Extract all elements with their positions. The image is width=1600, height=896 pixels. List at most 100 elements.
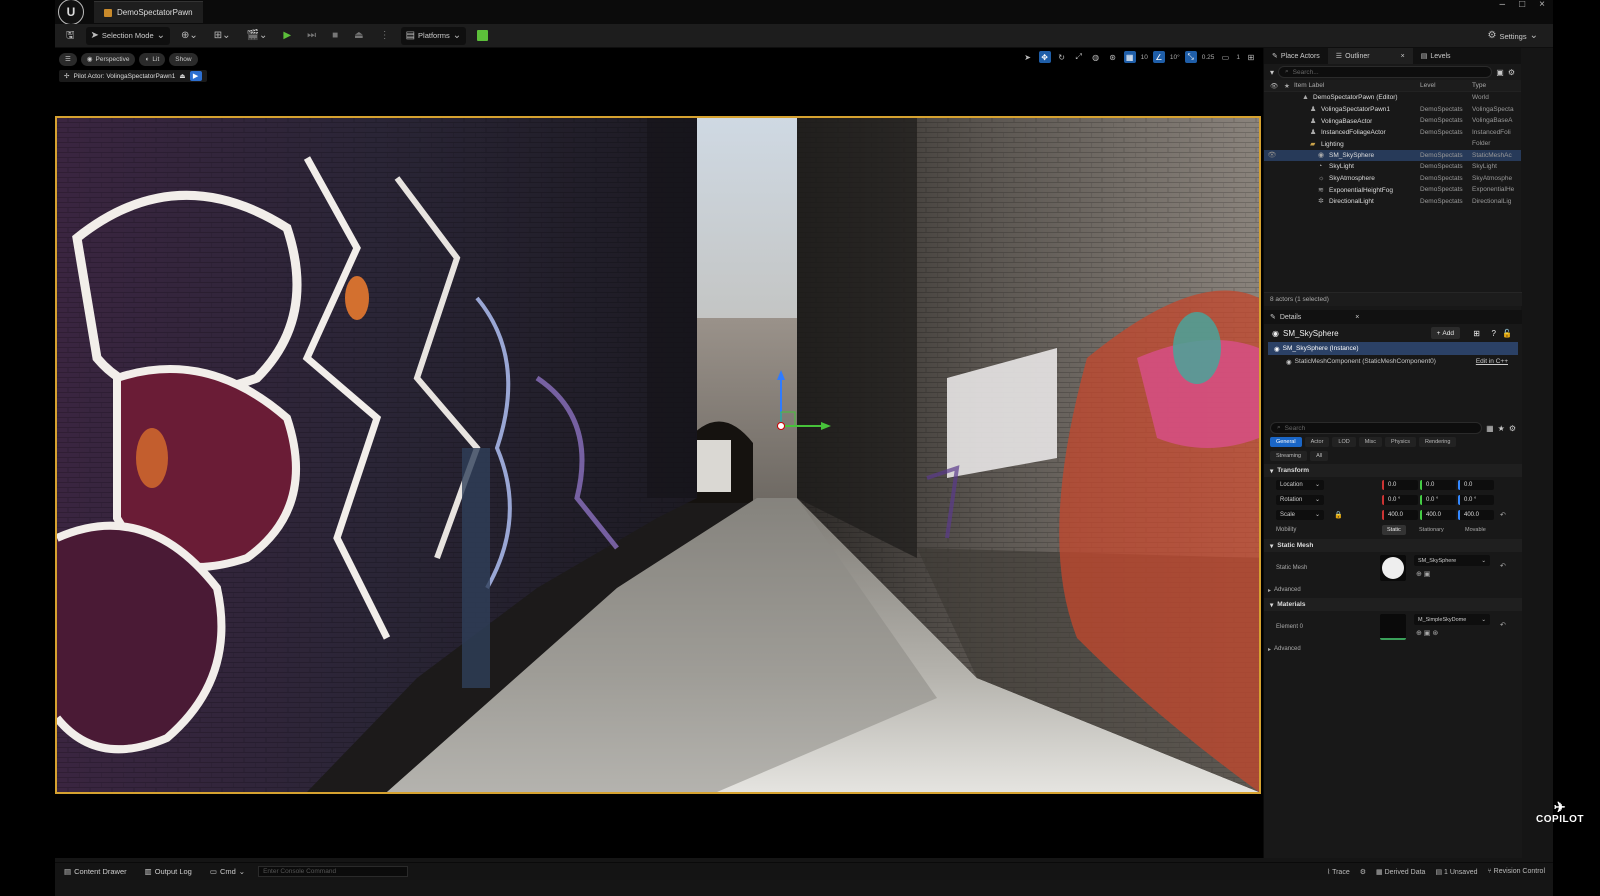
trace-button[interactable]: ⌇ Trace xyxy=(1327,868,1350,876)
settings-dropdown[interactable]: ⚙ Settings ⌄ xyxy=(1483,27,1543,45)
close-icon[interactable]: × xyxy=(1539,0,1545,10)
reset-arrow-icon[interactable]: ↶ xyxy=(1500,562,1506,570)
world-space-icon[interactable]: ◍ xyxy=(1090,51,1102,63)
viewport-menu-button[interactable]: ☰ xyxy=(59,52,77,66)
add-folder-icon[interactable]: ▣ xyxy=(1496,68,1504,77)
unsaved-button[interactable]: ▤ 1 Unsaved xyxy=(1435,868,1477,876)
tab-place-actors[interactable]: ✎ Place Actors xyxy=(1264,48,1328,64)
scale-dropdown[interactable]: Scale ⌄ xyxy=(1276,509,1324,520)
viewport-scene[interactable] xyxy=(55,116,1261,794)
cinematics-button[interactable]: 🎬⌄ xyxy=(242,27,273,45)
rotate-tool-icon[interactable]: ↻ xyxy=(1056,51,1068,63)
table-view-icon[interactable]: ▦ xyxy=(1486,424,1494,433)
blueprint-icon[interactable]: ⊞ xyxy=(1473,329,1480,338)
advanced-row[interactable]: ▸ Advanced xyxy=(1264,584,1522,596)
lock-icon[interactable]: 🔒 xyxy=(1334,511,1343,519)
favorites-icon[interactable]: ★ xyxy=(1498,424,1505,433)
scale-snap-icon[interactable]: ⤡ xyxy=(1184,51,1197,63)
eject-button[interactable]: ⏏ xyxy=(349,27,368,45)
minimize-icon[interactable]: – xyxy=(1500,0,1506,10)
selection-mode-dropdown[interactable]: ➤ Selection Mode ⌄ xyxy=(85,26,171,45)
mobility-static[interactable]: Static xyxy=(1382,524,1406,535)
show-button[interactable]: Show xyxy=(169,52,198,66)
grid-snap-value[interactable]: 10 xyxy=(1141,54,1148,61)
location-x[interactable]: 0.0 xyxy=(1382,479,1418,490)
lit-button[interactable]: ◐ Lit xyxy=(139,52,166,66)
location-z[interactable]: 0.0 xyxy=(1458,479,1494,490)
surface-snap-icon[interactable]: ⊛ xyxy=(1107,51,1119,63)
section-materials[interactable]: ▾ Materials xyxy=(1264,598,1522,611)
derived-data-button[interactable]: ▦ Derived Data xyxy=(1376,868,1425,876)
category-lod[interactable]: LOD xyxy=(1332,437,1356,447)
section-transform[interactable]: ▾ Transform xyxy=(1264,464,1522,477)
play-options-button[interactable]: ⋮ xyxy=(375,27,395,45)
location-dropdown[interactable]: Location ⌄ xyxy=(1276,479,1324,490)
browse-icon[interactable]: ⊕ ▣ ⊛ xyxy=(1416,629,1438,637)
maximize-viewport-icon[interactable]: ⊞ xyxy=(1245,51,1257,63)
tree-row-selected[interactable]: 👁 ◉ SM_SkySphere DemoSpectats StaticMeshAc xyxy=(1264,149,1521,161)
close-icon[interactable]: × xyxy=(1401,53,1405,60)
category-actor[interactable]: Actor xyxy=(1304,437,1330,447)
blueprints-button[interactable]: ⊞⌄ xyxy=(209,27,236,45)
tree-row-actor[interactable]: ≋ ExponentialHeightFog DemoSpectats Exponen… xyxy=(1264,184,1521,196)
revision-control-button[interactable]: ⑂ Revision Control xyxy=(1487,868,1545,875)
scale-snap-value[interactable]: 0.25 xyxy=(1202,54,1215,61)
step-button[interactable]: ⏭ xyxy=(302,27,321,45)
eye-icon[interactable]: 👁 xyxy=(1264,151,1280,159)
category-misc[interactable]: Misc xyxy=(1358,437,1383,447)
tree-row-actor[interactable]: ☼ SkyAtmosphere DemoSpectats SkyAtmosphe xyxy=(1264,173,1521,185)
gear-icon[interactable]: ⚙ xyxy=(1508,68,1515,77)
location-y[interactable]: 0.0 xyxy=(1420,479,1456,490)
category-general[interactable]: General xyxy=(1270,437,1302,447)
maximize-icon[interactable]: □ xyxy=(1519,0,1525,10)
rotation-z[interactable]: 0.0 ° xyxy=(1458,494,1494,505)
tree-row-actor[interactable]: ♟ InstancedFoliageActor DemoSpectats Instan… xyxy=(1264,127,1521,139)
section-static-mesh[interactable]: ▾ Static Mesh xyxy=(1264,539,1522,552)
details-search-input[interactable]: ⌕ Search xyxy=(1270,422,1483,434)
level-tab[interactable]: DemoSpectatorPawn xyxy=(94,1,203,23)
scale-tool-icon[interactable]: ⤢ xyxy=(1073,51,1085,63)
filter-icon[interactable]: ▾ xyxy=(1270,68,1274,77)
tree-row-actor[interactable]: ◔ SkyLight DemoSpectats SkyLight xyxy=(1264,161,1521,173)
scale-z[interactable]: 400.0 xyxy=(1458,509,1494,520)
actor-name[interactable]: SM_SkySphere xyxy=(1283,329,1339,338)
unreal-logo[interactable]: U xyxy=(58,0,84,25)
camera-speed-value[interactable]: 1 xyxy=(1236,54,1240,61)
mesh-thumbnail[interactable] xyxy=(1380,555,1406,581)
tab-outliner[interactable]: ☰ Outliner × xyxy=(1327,48,1413,64)
category-physics[interactable]: Physics xyxy=(1385,437,1416,447)
camera-speed-icon[interactable]: ▭ xyxy=(1219,51,1231,63)
reset-arrow-icon[interactable]: ↶ xyxy=(1500,511,1506,519)
compile-button[interactable] xyxy=(472,27,493,45)
stop-button[interactable]: ■ xyxy=(327,27,343,45)
console-input[interactable]: Enter Console Command xyxy=(258,866,409,877)
perspective-button[interactable]: ◉ Perspective xyxy=(80,52,136,66)
lock-icon[interactable]: 🔓 xyxy=(1502,329,1512,338)
column-type[interactable]: Type xyxy=(1472,82,1486,89)
close-icon[interactable]: × xyxy=(1355,314,1359,321)
rotation-x[interactable]: 0.0 ° xyxy=(1382,494,1418,505)
rotation-snap-icon[interactable]: ∠ xyxy=(1152,51,1165,63)
select-tool-icon[interactable]: ➤ xyxy=(1022,51,1034,63)
rotation-snap-value[interactable]: 10° xyxy=(1170,54,1180,61)
cmd-dropdown[interactable]: ▭ Cmd ⌄ xyxy=(205,863,250,881)
outliner-search-input[interactable]: ⌕ Search... xyxy=(1278,66,1493,78)
rotation-dropdown[interactable]: Rotation ⌄ xyxy=(1276,494,1324,505)
rotation-y[interactable]: 0.0 ° xyxy=(1420,494,1456,505)
scale-y[interactable]: 400.0 xyxy=(1420,509,1456,520)
reset-arrow-icon[interactable]: ↶ xyxy=(1500,621,1506,629)
add-component-button[interactable]: + Add xyxy=(1430,327,1460,339)
tree-row-actor[interactable]: ♟ VolingaBaseActor DemoSpectats VolingaBase… xyxy=(1264,115,1521,127)
save-button[interactable]: 🖫 xyxy=(61,27,80,45)
help-icon[interactable]: ? xyxy=(1492,329,1496,338)
tree-row-world[interactable]: ▲ DemoSpectatorPawn (Editor) World xyxy=(1264,92,1521,104)
details-tab[interactable]: ✎ Details × xyxy=(1264,310,1522,324)
component-row[interactable]: ◉ StaticMeshComponent (StaticMeshComponen… xyxy=(1268,355,1518,368)
tree-row-actor[interactable]: ♟ VolingaSpectatorPawn1 DemoSpectats Voling… xyxy=(1264,104,1521,116)
column-item-label[interactable]: Item Label xyxy=(1294,82,1324,89)
tree-row-actor[interactable]: ✲ DirectionalLight DemoSpectats Directional… xyxy=(1264,196,1521,208)
camera-icon[interactable]: ▶ xyxy=(189,71,202,81)
move-tool-icon[interactable]: ✥ xyxy=(1038,51,1051,63)
static-mesh-asset-dropdown[interactable]: SM_SkySphere ⌄ xyxy=(1414,555,1490,566)
category-all[interactable]: All xyxy=(1310,451,1329,461)
